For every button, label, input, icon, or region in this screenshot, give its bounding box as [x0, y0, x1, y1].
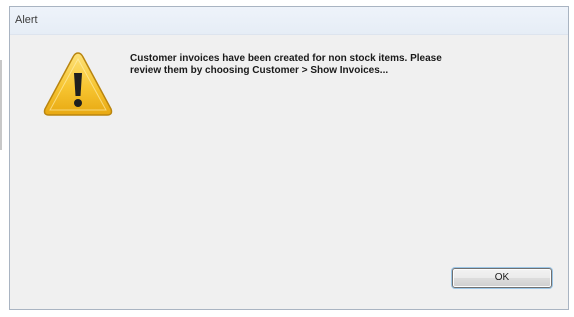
alert-message-line-1: Customer invoices have been created for … [130, 53, 442, 64]
alert-message-line-2: review them by choosing Customer > Show … [130, 65, 389, 76]
warning-icon [43, 52, 113, 116]
alert-message: Customer invoices have been created for … [130, 53, 550, 77]
alert-dialog: Alert Customer invoices have been create… [9, 6, 569, 310]
screen-background: Alert Customer invoices have been create… [0, 0, 574, 317]
ok-button[interactable]: OK [452, 268, 552, 288]
window-title: Alert [15, 14, 38, 26]
title-bar[interactable]: Alert [10, 7, 568, 35]
background-edge [0, 60, 2, 150]
